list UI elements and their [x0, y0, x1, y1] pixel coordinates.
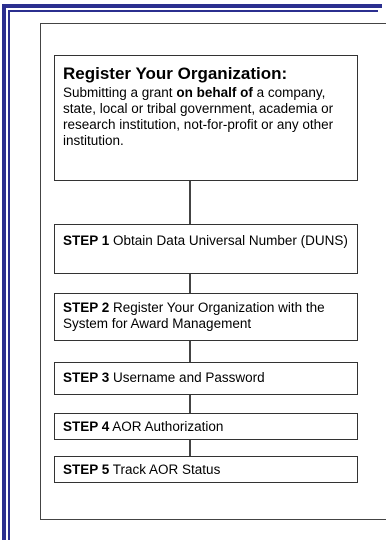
step-3-label: STEP 3	[63, 370, 110, 385]
connector-step2-step3	[189, 341, 191, 362]
step-4-text: AOR Authorization	[109, 419, 224, 434]
step-2-box: STEP 2 Register Your Organization with t…	[54, 293, 358, 341]
step-3-text: Username and Password	[109, 370, 265, 385]
step-2-label: STEP 2	[63, 300, 110, 315]
step-1-box: STEP 1 Obtain Data Universal Number (DUN…	[54, 224, 358, 274]
page: Register Your Organization: Submitting a…	[0, 0, 386, 540]
header-description: Submitting a grant on behalf of a compan…	[63, 85, 349, 149]
connector-step3-step4	[189, 395, 191, 413]
step-5-label: STEP 5	[63, 462, 110, 477]
connector-step1-step2	[189, 274, 191, 293]
step-5-text: Track AOR Status	[109, 462, 221, 477]
step-5-box: STEP 5 Track AOR Status	[54, 456, 358, 483]
step-1-text: Obtain Data Universal Number (DUNS)	[109, 233, 348, 248]
header-title: Register Your Organization:	[63, 64, 288, 83]
connector-header-step1	[189, 181, 191, 224]
header-text-prefix: Submitting a grant	[63, 85, 177, 100]
step-3-box: STEP 3 Username and Password	[54, 362, 358, 395]
header-text-bold: on behalf of	[176, 85, 253, 100]
step-4-label: STEP 4	[63, 419, 110, 434]
step-4-box: STEP 4 AOR Authorization	[54, 413, 358, 440]
step-1-label: STEP 1	[63, 233, 110, 248]
register-organization-box: Register Your Organization: Submitting a…	[54, 55, 358, 181]
